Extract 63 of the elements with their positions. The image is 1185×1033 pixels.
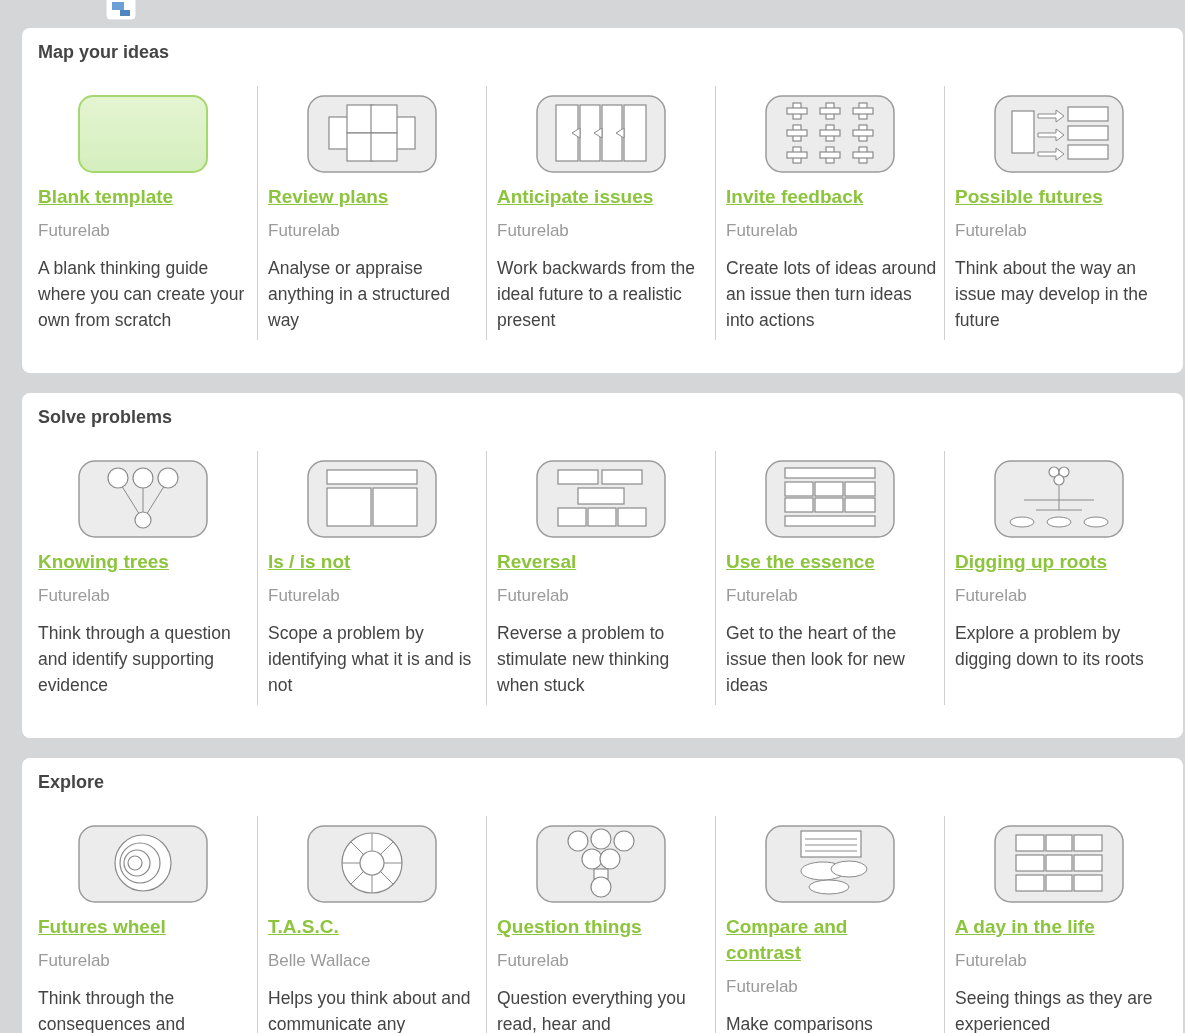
template-link[interactable]: Use the essence [726,549,875,575]
template-link[interactable]: Anticipate issues [497,184,654,210]
author-name: Futurelab [497,221,569,241]
template-description: Think about the way an issue may develop in the future [955,257,1149,332]
section-title: Explore [38,772,105,793]
author-name: Belle Wallace [268,951,371,971]
template-link[interactable]: Reversal [497,549,577,575]
template-description: Work backwards from the ideal future to a realistic present [497,257,697,332]
author-name: Futurelab [955,951,1027,971]
template-link[interactable]: T.A.S.C. [268,914,339,940]
template-link[interactable]: Question things [497,914,642,940]
template-icon[interactable] [536,825,666,903]
template-icon[interactable] [994,825,1124,903]
author-name: Futurelab [955,221,1027,241]
template-description: Create lots of ideas around an issue then turn ideas into actions [726,257,938,332]
template-icon[interactable] [765,460,895,538]
author-name: Futurelab [497,586,569,606]
section-title: Map your ideas [38,42,170,63]
template-description: Analyse or appraise anything in a structured way [268,257,451,332]
template-icon[interactable] [994,95,1124,173]
author-name: Futurelab [726,586,798,606]
template-description: Make comparisons [726,1013,874,1033]
template-link[interactable]: Possible futures [955,184,1103,210]
template-icon[interactable] [77,95,208,173]
author-name: Futurelab [38,221,110,241]
template-description: Seeing things as they are experienced [955,987,1154,1033]
template-description: Get to the heart of the issue then look for new ideas [726,622,906,697]
author-name: Futurelab [268,586,340,606]
template-link[interactable]: Blank template [38,184,174,210]
template-description: Think through a question and identify supporting evidence [38,622,232,697]
author-name: Futurelab [497,951,569,971]
template-description: Scope a problem by identifying what it is and is not [268,622,473,697]
template-icon[interactable] [765,95,895,173]
template-description: A blank thinking guide where you can create your own from scratch [38,257,246,332]
template-link[interactable]: Futures wheel [38,914,166,940]
author-name: Futurelab [38,586,110,606]
author-name: Futurelab [955,586,1027,606]
template-description: Explore a problem by digging down to its roots [955,622,1145,671]
template-link[interactable]: A day in the life [955,914,1095,940]
template-link[interactable]: Review plans [268,184,389,210]
author-name: Futurelab [726,977,798,997]
template-link[interactable]: Digging up roots [955,549,1107,575]
template-icon[interactable] [77,460,208,538]
template-icon[interactable] [307,825,437,903]
template-icon[interactable] [536,95,666,173]
template-description: Helps you think about and communicate any [268,987,472,1033]
template-description: Reverse a problem to stimulate new thinking when stuck [497,622,671,697]
author-name: Futurelab [38,951,110,971]
template-icon[interactable] [77,825,208,903]
template-icon[interactable] [536,460,666,538]
template-description: Think through the consequences and [38,987,186,1033]
author-name: Futurelab [726,221,798,241]
template-icon[interactable] [994,460,1124,538]
author-name: Futurelab [268,221,340,241]
template-link[interactable]: Invite feedback [726,184,864,210]
template-link[interactable]: Knowing trees [38,549,169,575]
template-icon[interactable] [307,460,437,538]
template-icon[interactable] [765,825,895,903]
template-link[interactable]: Compare and contrast [726,914,926,966]
section-title: Solve problems [38,407,173,428]
template-icon[interactable] [307,95,437,173]
template-description: Question everything you read, hear and [497,987,687,1033]
template-link[interactable]: Is / is not [268,549,351,575]
